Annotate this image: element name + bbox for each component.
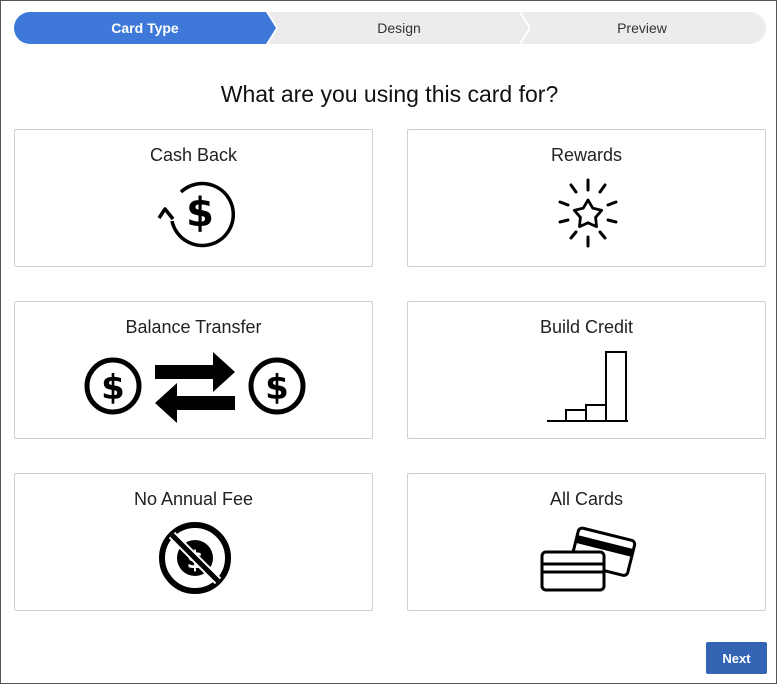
card-title: Balance Transfer	[125, 317, 262, 337]
cash-back-icon: $	[157, 181, 236, 248]
svg-text:$: $	[265, 368, 289, 408]
step-preview-label: Preview	[617, 20, 667, 36]
card-balance-transfer[interactable]: Balance Transfer $ $	[14, 301, 373, 439]
step-card-type-label: Card Type	[111, 20, 179, 36]
no-annual-fee-icon: $	[159, 522, 231, 594]
card-title: Build Credit	[539, 317, 634, 337]
card-title: No Annual Fee	[133, 489, 254, 509]
card-cash-back[interactable]: Cash Back $	[14, 129, 373, 267]
card-no-annual-fee[interactable]: No Annual Fee $	[14, 473, 373, 611]
balance-transfer-icon: $ $	[84, 352, 306, 423]
step-preview[interactable]: Preview	[518, 12, 766, 44]
card-title: Rewards	[550, 145, 623, 165]
svg-text:$: $	[186, 190, 214, 236]
page-title: What are you using this card for?	[220, 81, 559, 107]
svg-text:$: $	[101, 368, 125, 408]
build-credit-icon	[547, 351, 628, 422]
next-button[interactable]: Next	[706, 642, 767, 674]
step-design-label: Design	[377, 20, 421, 36]
card-all-cards[interactable]: All Cards	[407, 473, 766, 611]
rewards-star-icon	[558, 178, 618, 248]
card-title: All Cards	[549, 489, 624, 509]
card-rewards[interactable]: Rewards	[407, 129, 766, 267]
step-design[interactable]: Design	[268, 12, 530, 44]
app-window: Preview Design Card Type What are you us…	[0, 0, 777, 684]
all-cards-icon	[540, 526, 637, 592]
progress-stepper: Preview Design Card Type	[14, 12, 766, 44]
step-card-type[interactable]: Card Type	[14, 12, 276, 44]
card-build-credit[interactable]: Build Credit	[407, 301, 766, 439]
card-title: Cash Back	[149, 145, 238, 165]
